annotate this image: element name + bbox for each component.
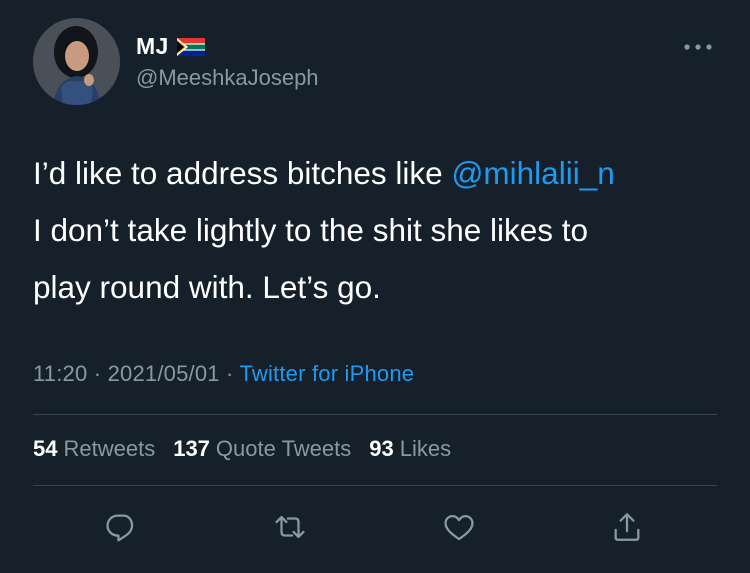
- tweet-date[interactable]: 2021/05/01: [108, 361, 220, 386]
- action-bar: [0, 505, 750, 549]
- meta-separator: ·: [219, 361, 240, 386]
- retweet-button[interactable]: [268, 505, 312, 549]
- tweet-text-part: I’d like to address bitches like: [33, 155, 452, 191]
- likes-count: 93: [369, 436, 394, 461]
- reply-button[interactable]: [99, 505, 143, 549]
- reply-icon: [106, 514, 134, 542]
- tweet-text: I’d like to address bitches like @mihlal…: [33, 145, 723, 316]
- quote-tweets-stat[interactable]: 137 Quote Tweets: [173, 436, 351, 462]
- retweets-stat[interactable]: 54 Retweets: [33, 436, 155, 462]
- user-handle[interactable]: @MeeshkaJoseph: [136, 65, 319, 91]
- avatar[interactable]: [33, 18, 120, 105]
- likes-label: Likes: [399, 436, 452, 461]
- retweet-icon: [275, 515, 305, 539]
- share-button[interactable]: [605, 505, 649, 549]
- tweet-stats: 54 Retweets 137 Quote Tweets 93 Likes: [33, 436, 451, 462]
- retweets-count: 54: [33, 436, 58, 461]
- divider: [33, 485, 717, 486]
- like-button[interactable]: [437, 505, 481, 549]
- more-options-icon[interactable]: [682, 40, 714, 52]
- tweet-detail: MJ @MeeshkaJoseph I’d like to address bi…: [0, 0, 750, 573]
- quote-tweets-label: Quote Tweets: [215, 436, 352, 461]
- author-name-row: MJ: [136, 33, 205, 60]
- south-africa-flag-icon: [176, 37, 205, 56]
- tweet-text-part: I don’t take lightly to the shit she lik…: [33, 212, 589, 305]
- share-icon: [614, 513, 640, 541]
- retweets-label: Retweets: [63, 436, 156, 461]
- tweet-source-link[interactable]: Twitter for iPhone: [239, 361, 414, 386]
- meta-separator: ·: [87, 361, 108, 386]
- tweet-meta: 11:20 · 2021/05/01 · Twitter for iPhone: [33, 361, 414, 387]
- quote-tweets-count: 137: [173, 436, 210, 461]
- profile-photo-icon: [33, 18, 120, 105]
- mention-link[interactable]: @mihlalii_n: [451, 155, 614, 191]
- display-name[interactable]: MJ: [136, 33, 169, 60]
- heart-icon: [444, 514, 474, 541]
- divider: [33, 414, 717, 415]
- tweet-time[interactable]: 11:20: [33, 361, 87, 386]
- likes-stat[interactable]: 93 Likes: [369, 436, 451, 462]
